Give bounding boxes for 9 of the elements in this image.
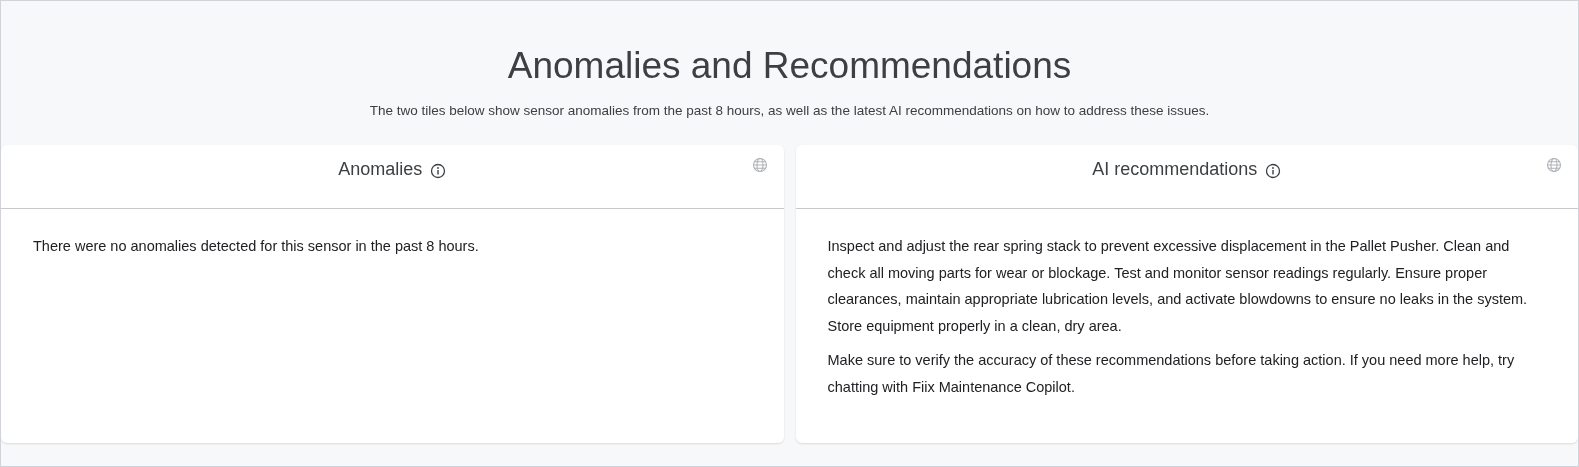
tile-title: AI recommendations (1092, 159, 1258, 180)
page-subtitle: The two tiles below show sensor anomalies from the past 8 hours, as well as the latest AI recommendations on how to address these issues. (368, 103, 1211, 118)
page-title: Anomalies and Recommendations (506, 44, 1073, 88)
tile-text: Inspect and adjust the rear spring stack to prevent excessive displacement in the Pallet Pusher. Clean and check all moving parts for wear or blockage. Test and monitor sensor readings regularly. Ensure proper clearances, maintain appropriate lubrication levels, and activate blowdowns to ensure no leaks in the system. Store equipment properly in a clean, dry area. (827, 237, 1529, 336)
info-icon[interactable] (1265, 163, 1282, 179)
info-icon[interactable] (430, 163, 447, 179)
tile-text: There were no anomalies detected for this sensor in the past 8 hours. (33, 237, 480, 256)
tile-text: Make sure to verify the accuracy of these recommendations before taking action. If you need more help, try chatting with Fiix Maintenance Copilot. (827, 351, 1516, 397)
tile-title: Anomalies (338, 159, 423, 180)
